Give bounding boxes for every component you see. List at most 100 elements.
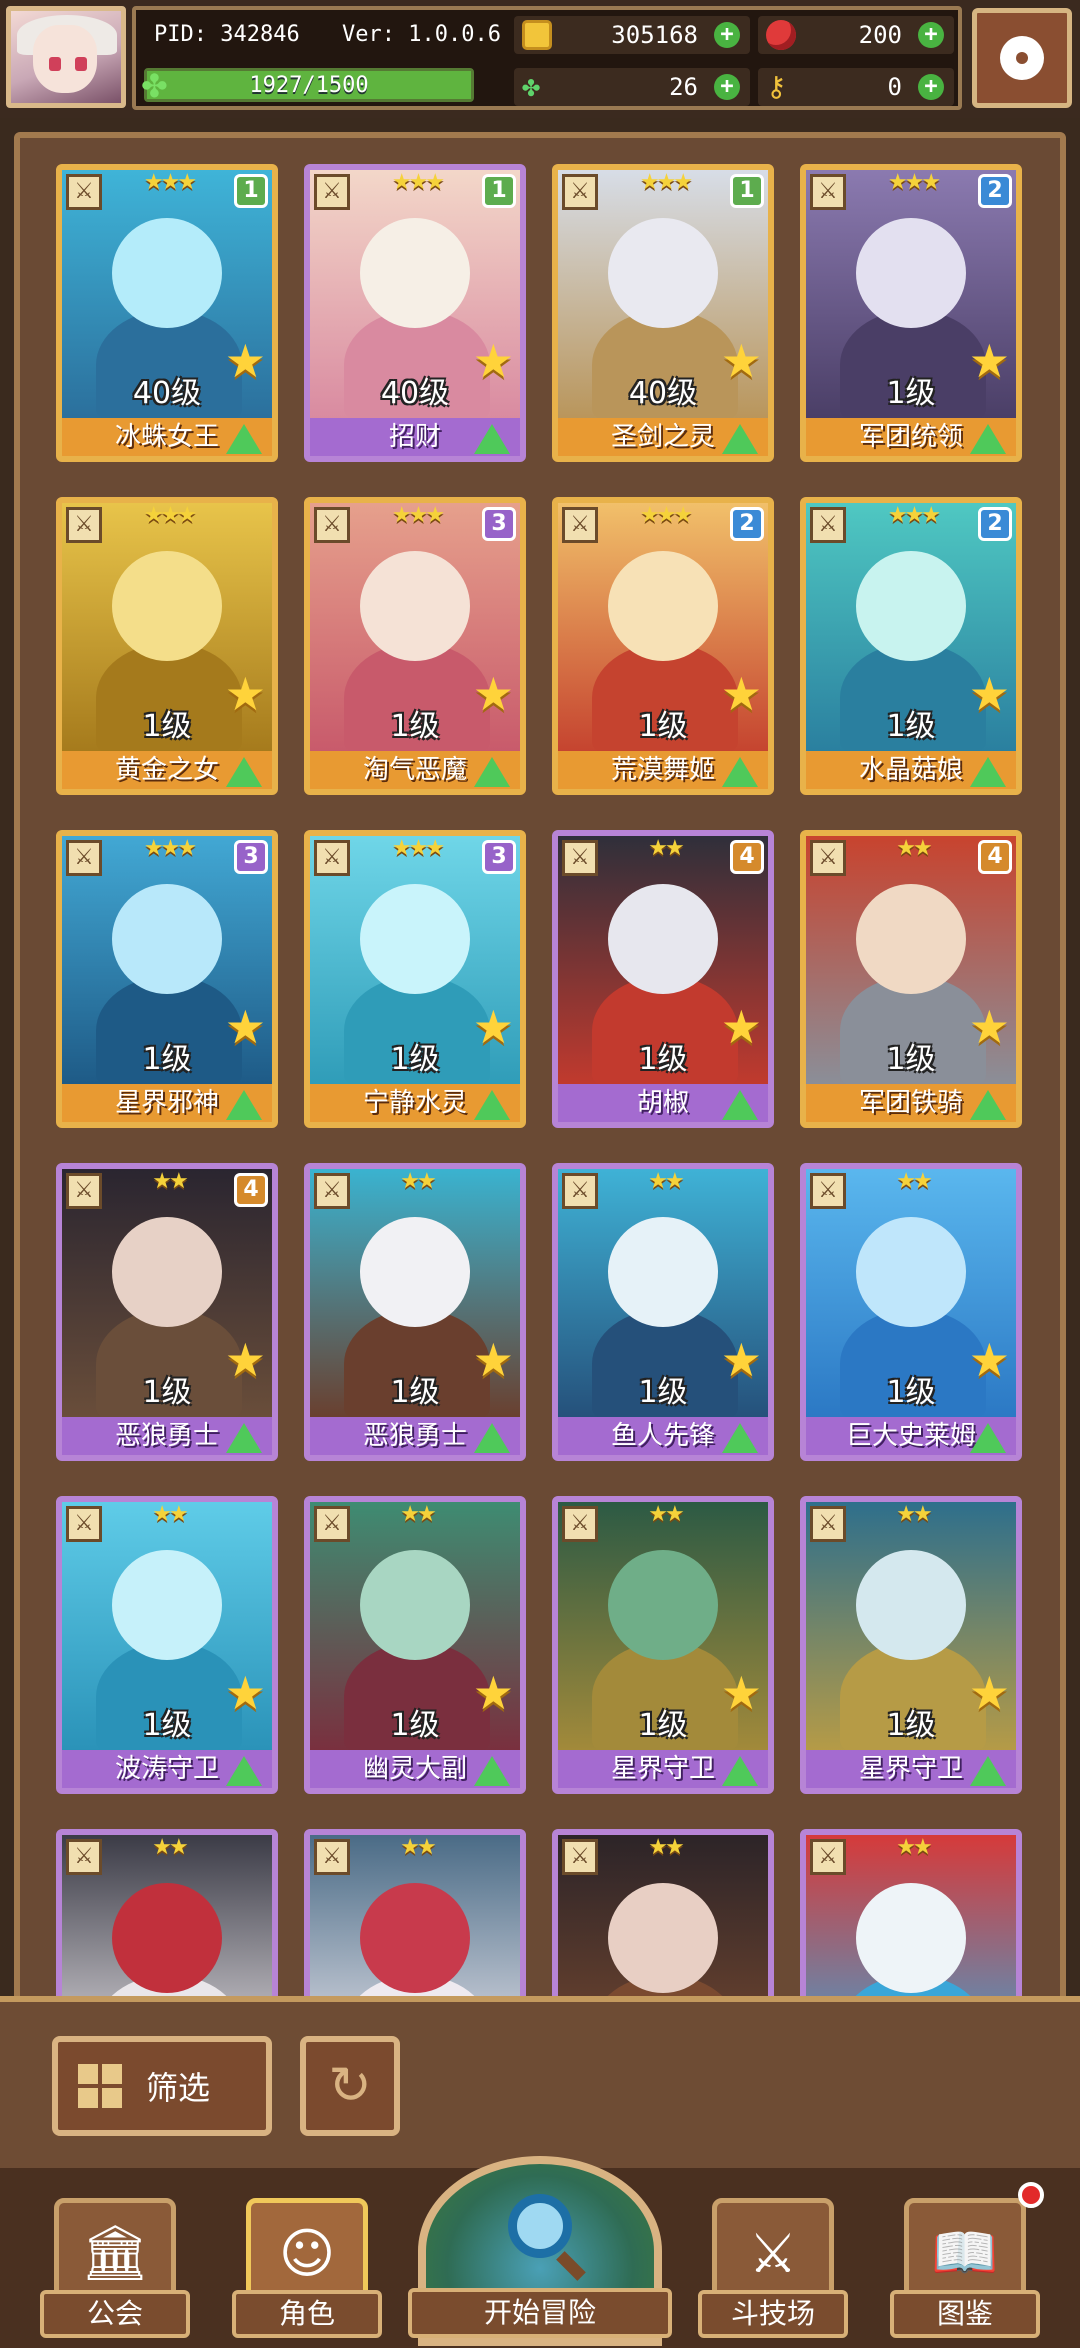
character-card[interactable]: ⚔ ★★ 4 1级 ★ 胡椒 bbox=[552, 830, 774, 1128]
tier-badge: 4 bbox=[234, 1173, 268, 1207]
nav-guild[interactable]: 🏛 公会 bbox=[40, 2188, 190, 2338]
tier-badge: 2 bbox=[978, 507, 1012, 541]
rarity-stars: ★★ bbox=[400, 1169, 436, 1194]
clover-icon: ✤ bbox=[522, 69, 541, 104]
rarity-stars: ★★★ bbox=[143, 170, 197, 195]
role-sword-icon: ⚔ bbox=[810, 1839, 846, 1875]
tier-badge: 4 bbox=[730, 840, 764, 874]
star-upgrade-icon: ★ bbox=[224, 1666, 266, 1720]
character-card[interactable]: ⚔ ★★★ 1 40级 ★ 圣剑之灵 bbox=[552, 164, 774, 462]
add-coins-button[interactable]: + bbox=[714, 22, 740, 48]
rarity-stars: ★★★ bbox=[391, 836, 445, 861]
star-upgrade-icon: ★ bbox=[472, 1666, 514, 1720]
role-sword-icon: ⚔ bbox=[562, 507, 598, 543]
portrait-head bbox=[856, 218, 966, 328]
role-sword-icon: ⚔ bbox=[810, 1506, 846, 1542]
rarity-stars: ★★ bbox=[648, 1835, 684, 1860]
nav-codex-label: 图鉴 bbox=[890, 2290, 1040, 2338]
character-card[interactable]: ⚔ ★★ bbox=[304, 1829, 526, 2006]
character-card[interactable]: ⚔ ★★★ 2 1级 ★ 水晶菇娘 bbox=[800, 497, 1022, 795]
character-card[interactable]: ⚔ ★★ bbox=[800, 1829, 1022, 2006]
star-upgrade-icon: ★ bbox=[720, 667, 762, 721]
add-gems-button[interactable]: + bbox=[918, 22, 944, 48]
coin-icon bbox=[522, 20, 552, 50]
role-sword-icon: ⚔ bbox=[562, 1839, 598, 1875]
character-card[interactable]: ⚔ ★★ 1级 ★ 巨大史莱姆 bbox=[800, 1163, 1022, 1461]
rarity-stars: ★★★ bbox=[143, 503, 197, 528]
rarity-stars: ★★ bbox=[896, 836, 932, 861]
character-card[interactable]: ⚔ ★★ 1级 ★ 鱼人先锋 bbox=[552, 1163, 774, 1461]
portrait-head bbox=[360, 1883, 470, 1993]
character-card[interactable]: ⚔ ★★★ 2 1级 ★ 军团统领 bbox=[800, 164, 1022, 462]
role-sword-icon: ⚔ bbox=[314, 840, 350, 876]
role-sword-icon: ⚔ bbox=[66, 174, 102, 210]
star-upgrade-icon: ★ bbox=[224, 334, 266, 388]
experience-bar: ✤ 1927/1500 bbox=[141, 67, 474, 105]
portrait-head bbox=[112, 1217, 222, 1327]
filter-button[interactable]: 筛选 bbox=[52, 2036, 272, 2136]
character-card[interactable]: ⚔ ★★ bbox=[56, 1829, 278, 2006]
star-upgrade-icon: ★ bbox=[472, 667, 514, 721]
reset-sort-button[interactable]: ↻ bbox=[300, 2036, 400, 2136]
role-sword-icon: ⚔ bbox=[66, 507, 102, 543]
player-info-panel: PID: 342846 Ver: 1.0.0.6 305168 + 200 + … bbox=[132, 6, 962, 110]
character-card[interactable]: ⚔ ★★ bbox=[552, 1829, 774, 2006]
gem-value: 200 bbox=[858, 21, 902, 49]
character-card[interactable]: ⚔ ★★ 1级 ★ 恶狼勇士 bbox=[304, 1163, 526, 1461]
character-card[interactable]: ⚔ ★★★ 2 1级 ★ 荒漠舞姬 bbox=[552, 497, 774, 795]
character-card[interactable]: ⚔ ★★★ 1 40级 ★ 招财 bbox=[304, 164, 526, 462]
character-card[interactable]: ⚔ ★★ 1级 ★ 星界守卫 bbox=[552, 1496, 774, 1794]
nav-codex[interactable]: 📖 图鉴 bbox=[890, 2182, 1044, 2338]
rarity-stars: ★★★ bbox=[887, 503, 941, 528]
character-card[interactable]: ⚔ ★★ 1级 ★ 波涛守卫 bbox=[56, 1496, 278, 1794]
tier-badge: 2 bbox=[730, 507, 764, 541]
experience-text: 1927/1500 bbox=[249, 73, 369, 98]
character-card[interactable]: ⚔ ★★★ 1 40级 ★ 冰蛛女王 bbox=[56, 164, 278, 462]
player-avatar[interactable] bbox=[6, 6, 126, 108]
upgrade-arrow-icon bbox=[970, 1756, 1006, 1786]
nav-arena[interactable]: ⚔ 斗技场 bbox=[698, 2188, 848, 2338]
clover-value: 26 bbox=[669, 73, 698, 101]
nav-character[interactable]: ☺ 角色 bbox=[232, 2188, 382, 2338]
nav-character-label: 角色 bbox=[232, 2290, 382, 2338]
rarity-stars: ★★ bbox=[896, 1502, 932, 1527]
portrait-head bbox=[856, 1550, 966, 1660]
character-card[interactable]: ⚔ ★★★ 3 1级 ★ 星界邪神 bbox=[56, 830, 278, 1128]
character-card[interactable]: ⚔ ★★ 4 1级 ★ 恶狼勇士 bbox=[56, 1163, 278, 1461]
character-card[interactable]: ⚔ ★★★ 1级 ★ 黄金之女 bbox=[56, 497, 278, 795]
portrait-head bbox=[360, 1217, 470, 1327]
character-card[interactable]: ⚔ ★★ 1级 ★ 星界守卫 bbox=[800, 1496, 1022, 1794]
rarity-stars: ★★ bbox=[152, 1835, 188, 1860]
player-id: PID: 342846 bbox=[154, 22, 300, 47]
rarity-stars: ★★ bbox=[400, 1502, 436, 1527]
upgrade-arrow-icon bbox=[474, 1423, 510, 1453]
character-card[interactable]: ⚔ ★★★ 3 1级 ★ 淘气恶魔 bbox=[304, 497, 526, 795]
role-sword-icon: ⚔ bbox=[562, 1173, 598, 1209]
role-sword-icon: ⚔ bbox=[314, 1173, 350, 1209]
character-card[interactable]: ⚔ ★★★ 3 1级 ★ 宁静水灵 bbox=[304, 830, 526, 1128]
start-adventure-button[interactable]: 开始冒险 bbox=[408, 2156, 672, 2348]
portrait-head bbox=[608, 1883, 718, 1993]
portrait-head bbox=[112, 1883, 222, 1993]
upgrade-arrow-icon bbox=[226, 1090, 262, 1120]
portrait-head bbox=[360, 551, 470, 661]
star-upgrade-icon: ★ bbox=[720, 1333, 762, 1387]
settings-button[interactable] bbox=[972, 8, 1072, 108]
upgrade-arrow-icon bbox=[722, 424, 758, 454]
portrait-head bbox=[112, 551, 222, 661]
character-roster[interactable]: ⚔ ★★★ 1 40级 ★ 冰蛛女王 ⚔ ★★★ 1 40级 ★ 招财 ⚔ ★★★ 1 40级 ★ 圣剑之灵 ⚔ ★★… bbox=[14, 132, 1066, 2012]
key-counter: ⚷ 0 + bbox=[758, 68, 954, 106]
portrait-head bbox=[608, 551, 718, 661]
rarity-stars: ★★ bbox=[152, 1502, 188, 1527]
add-clover-button[interactable]: + bbox=[714, 74, 740, 100]
role-sword-icon: ⚔ bbox=[66, 1173, 102, 1209]
star-upgrade-icon: ★ bbox=[224, 1000, 266, 1054]
star-upgrade-icon: ★ bbox=[224, 1333, 266, 1387]
add-keys-button[interactable]: + bbox=[918, 74, 944, 100]
character-card[interactable]: ⚔ ★★ 4 1级 ★ 军团铁骑 bbox=[800, 830, 1022, 1128]
star-upgrade-icon: ★ bbox=[968, 667, 1010, 721]
role-sword-icon: ⚔ bbox=[66, 1839, 102, 1875]
character-card[interactable]: ⚔ ★★ 1级 ★ 幽灵大副 bbox=[304, 1496, 526, 1794]
filter-label: 筛选 bbox=[146, 2069, 211, 2107]
portrait-head bbox=[856, 551, 966, 661]
